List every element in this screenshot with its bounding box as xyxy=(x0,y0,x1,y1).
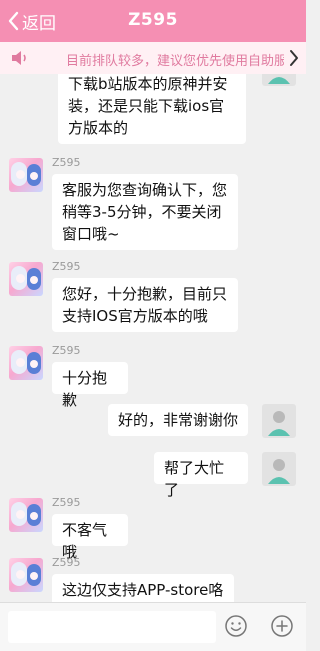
sender-name: Z595 xyxy=(52,556,81,569)
message-item: Z595 十分抱歉 xyxy=(0,342,306,409)
message-bubble: 您好，十分抱歉，目前只 支持IOS官方版本的哦 xyxy=(52,278,238,332)
message-item: 好的，非常谢谢你 xyxy=(0,402,306,442)
message-item: Z595 不客气哦 xyxy=(0,494,306,561)
message-line: 这边仅支持APP-store咯 xyxy=(62,581,224,599)
sender-name: Z595 xyxy=(52,260,81,273)
agent-avatar xyxy=(9,558,43,592)
message-line: 方版本的 xyxy=(68,119,129,137)
message-line: 窗口哦~ xyxy=(62,225,120,243)
sender-name: Z595 xyxy=(52,156,81,169)
message-bubble: 十分抱歉 xyxy=(52,362,128,409)
plus-icon[interactable] xyxy=(270,614,294,638)
speaker-icon xyxy=(12,51,26,65)
message-input[interactable] xyxy=(8,611,216,643)
agent-avatar xyxy=(9,498,43,532)
chevron-right-icon[interactable] xyxy=(288,49,300,67)
agent-avatar xyxy=(9,158,43,192)
message-item: Z595 客服为您查询确认下，您 稍等3-5分钟，不要关闭 窗口哦~ xyxy=(0,154,306,254)
chat-list[interactable]: 下载b站版本的原神并安 装，还是只能下载ios官 方版本的 Z595 客服为您查… xyxy=(0,74,306,602)
message-line: 稍等3-5分钟，不要关闭 xyxy=(62,203,222,221)
message-line: 装，还是只能下载ios官 xyxy=(68,97,225,115)
message-bubble: 下载b站版本的原神并安 装，还是只能下载ios官 方版本的 xyxy=(58,74,246,144)
message-item: 下载b站版本的原神并安 装，还是只能下载ios官 方版本的 xyxy=(0,74,306,146)
message-line: 客服为您查询确认下，您 xyxy=(62,181,228,199)
message-item: 帮了大忙了 xyxy=(0,450,306,499)
input-bar xyxy=(0,602,306,651)
sender-name: Z595 xyxy=(52,496,81,509)
message-item: Z595 您好，十分抱歉，目前只 支持IOS官方版本的哦 xyxy=(0,258,306,338)
user-avatar xyxy=(262,404,296,438)
top-bar: 返回 Z595 xyxy=(0,0,306,42)
agent-avatar xyxy=(9,262,43,296)
message-bubble: 这边仅支持APP-store咯 xyxy=(52,574,234,602)
message-item: Z595 这边仅支持APP-store咯 xyxy=(0,554,306,602)
user-avatar xyxy=(262,74,296,86)
sender-name: Z595 xyxy=(52,344,81,357)
notice-text: 目前排队较多，建议您优先使用自助服务 xyxy=(66,54,284,69)
agent-avatar xyxy=(9,346,43,380)
page-title: Z595 xyxy=(128,10,178,30)
user-avatar xyxy=(262,452,296,486)
emoji-icon[interactable] xyxy=(224,614,248,638)
message-line: 支持IOS官方版本的哦 xyxy=(62,307,208,325)
notice-banner[interactable]: 目前排队较多，建议您优先使用自助服务 xyxy=(0,42,306,74)
message-line: 您好，十分抱歉，目前只 xyxy=(62,285,228,303)
message-bubble: 帮了大忙了 xyxy=(154,452,248,499)
message-bubble: 不客气哦 xyxy=(52,514,128,561)
message-bubble: 客服为您查询确认下，您 稍等3-5分钟，不要关闭 窗口哦~ xyxy=(52,174,238,250)
message-bubble: 好的，非常谢谢你 xyxy=(108,404,248,436)
message-line: 下载b站版本的原神并安 xyxy=(68,75,228,93)
message-line: 好的，非常谢谢你 xyxy=(118,411,239,429)
